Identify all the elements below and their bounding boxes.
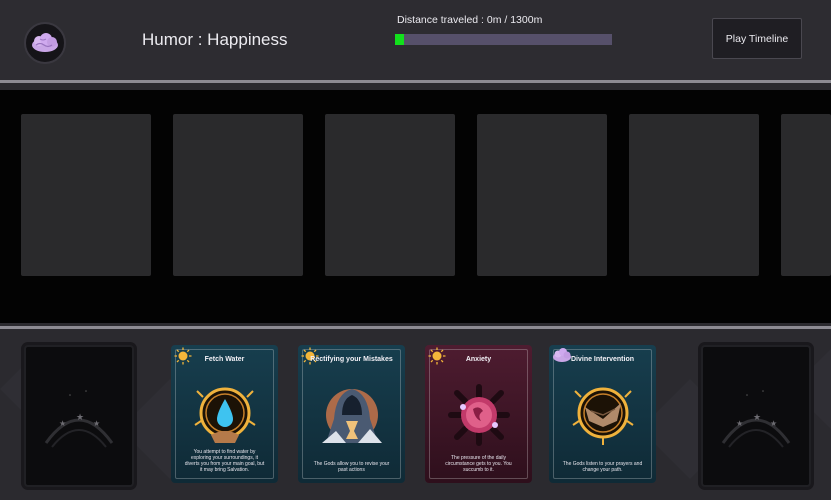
card-title: Fetch Water xyxy=(204,356,245,363)
svg-text:★: ★ xyxy=(76,413,84,423)
distance-progress-fill xyxy=(395,34,404,45)
svg-text:★: ★ xyxy=(93,419,100,428)
humor-label: Humor : Happiness xyxy=(142,30,288,49)
timeline-slot[interactable] xyxy=(629,114,759,276)
card-description: The Gods listen to your prayers and chan… xyxy=(562,461,643,473)
svg-text:★: ★ xyxy=(753,413,761,423)
timeline-track xyxy=(0,90,831,323)
card-description: You attempt to find water by exploring y… xyxy=(184,449,265,473)
card-description: The pressure of the daily circumstance g… xyxy=(445,455,512,473)
card-title: Anxiety xyxy=(465,356,492,363)
timeline-slot[interactable] xyxy=(781,114,831,276)
top-divider xyxy=(0,80,831,83)
water-drop-icon xyxy=(194,387,256,443)
svg-text:★: ★ xyxy=(736,419,743,428)
humor-badge xyxy=(24,22,66,64)
distance-label: Distance traveled : 0m / 1300m xyxy=(397,14,543,26)
svg-text:★: ★ xyxy=(770,419,777,428)
card-title: Rectifying your Mistakes xyxy=(310,356,393,363)
timeline-slot[interactable] xyxy=(173,114,303,276)
card-anxiety[interactable]: Anxiety The pressure of the daily circum… xyxy=(425,345,532,483)
anxiety-eye-icon xyxy=(448,384,510,446)
card-title: Divine Intervention xyxy=(570,356,634,363)
hooded-figure-icon xyxy=(322,389,382,443)
top-bar: Humor : Happiness Distance traveled : 0m… xyxy=(0,0,831,80)
distance-progress-bar xyxy=(395,34,612,45)
card-fetch-water[interactable]: Fetch Water You attempt to find water by… xyxy=(171,345,278,483)
card-rectifying-your-mistakes[interactable]: Rectifying your Mistakes The Gods allow … xyxy=(298,345,405,483)
svg-text:★: ★ xyxy=(59,419,66,428)
timeline-slot[interactable] xyxy=(325,114,455,276)
timeline-slot[interactable] xyxy=(21,114,151,276)
brain-icon xyxy=(32,33,58,52)
deck-back-icon: ★ ★ ★ xyxy=(721,390,791,448)
draw-deck[interactable]: ★ ★ ★ xyxy=(24,345,134,487)
timeline-slot[interactable] xyxy=(477,114,607,276)
play-timeline-button[interactable]: Play Timeline xyxy=(712,18,802,59)
card-description: The Gods allow you to revise your past a… xyxy=(313,461,390,473)
card-divine-intervention[interactable]: Divine Intervention The Gods listen to y… xyxy=(549,345,656,483)
deck-back-icon: ★ ★ ★ xyxy=(44,390,114,448)
divine-hands-icon xyxy=(572,387,634,445)
discard-deck[interactable]: ★ ★ ★ xyxy=(701,345,811,487)
card-hand: ★ ★ ★ Fetch Water You attempt to find wa… xyxy=(0,329,831,500)
